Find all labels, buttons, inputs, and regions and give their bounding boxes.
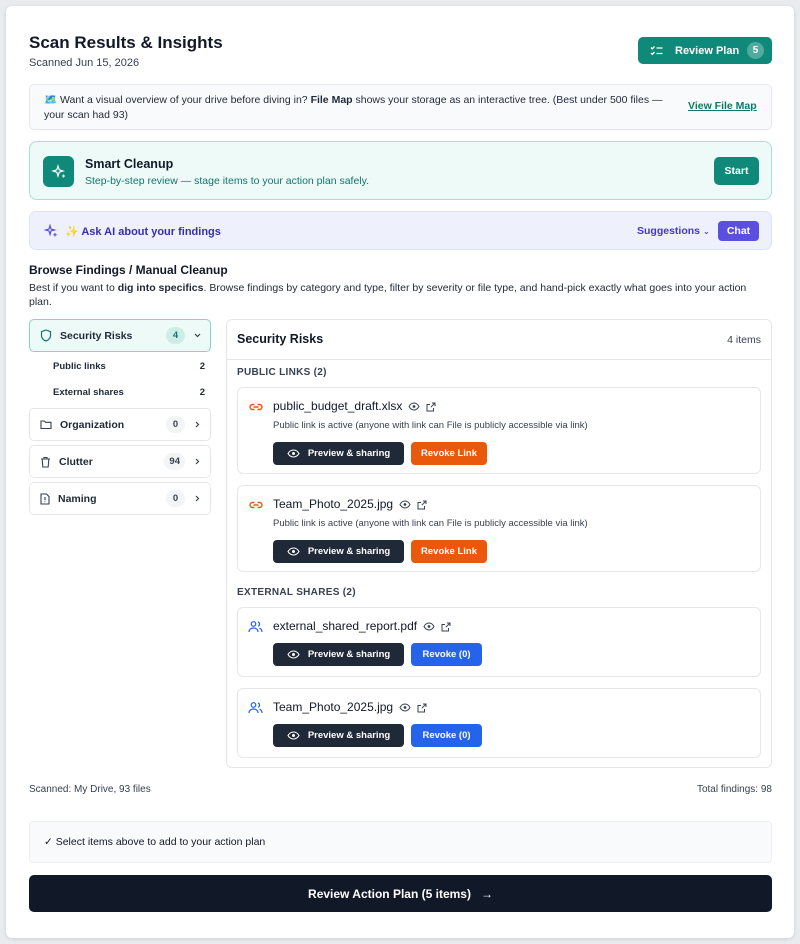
count-badge: 94 bbox=[164, 453, 185, 470]
arrow-right-icon: → bbox=[480, 886, 493, 901]
panel-count: 4 items bbox=[727, 334, 761, 346]
review-plan-button[interactable]: Review Plan 5 bbox=[638, 37, 772, 64]
smart-cleanup-banner: Smart Cleanup Step-by-step review — stag… bbox=[29, 141, 772, 200]
eye-icon[interactable] bbox=[399, 500, 411, 509]
finding-card: Team_Photo_2025.jpg Preview & sharing Re… bbox=[237, 688, 761, 758]
revoke-link-button[interactable]: Revoke Link bbox=[411, 540, 487, 563]
sidebar-subitem-external-shares[interactable]: External shares 2 bbox=[53, 387, 205, 398]
section-label-external-shares: EXTERNAL SHARES (2) bbox=[237, 587, 356, 598]
scan-results-card: Scan Results & Insights Scanned Jun 15, … bbox=[6, 6, 794, 938]
revoke-button[interactable]: Revoke (0) bbox=[411, 643, 482, 666]
chevron-down-icon: ⌄ bbox=[702, 227, 710, 236]
finding-description: Public link is active (anyone with link … bbox=[273, 518, 588, 529]
eye-icon bbox=[287, 547, 300, 556]
finding-description: Public link is active (anyone with link … bbox=[273, 420, 588, 431]
smart-cleanup-title: Smart Cleanup bbox=[85, 157, 174, 171]
browse-findings-title: Browse Findings / Manual Cleanup bbox=[29, 263, 228, 277]
chevron-down-icon bbox=[193, 331, 202, 340]
file-map-text: 🗺️ Want a visual overview of your drive … bbox=[44, 94, 663, 121]
sidebar-item-security-risks[interactable]: Security Risks 4 bbox=[29, 319, 211, 352]
external-link-icon[interactable] bbox=[441, 622, 451, 632]
chevron-right-icon bbox=[193, 420, 202, 429]
file-name: external_shared_report.pdf bbox=[273, 619, 418, 633]
chat-button[interactable]: Chat bbox=[718, 221, 759, 241]
external-link-icon[interactable] bbox=[417, 703, 427, 713]
preview-sharing-button[interactable]: Preview & sharing bbox=[273, 540, 404, 563]
file-name: Team_Photo_2025.jpg bbox=[273, 700, 394, 714]
link-icon bbox=[248, 400, 264, 414]
eye-icon[interactable] bbox=[399, 703, 411, 712]
ai-sparkle-icon bbox=[44, 224, 58, 238]
external-link-icon[interactable] bbox=[426, 402, 436, 412]
file-name: Team_Photo_2025.jpg bbox=[273, 497, 394, 511]
section-label-public-links: PUBLIC LINKS (2) bbox=[237, 367, 327, 378]
action-plan-hint: ✓ Select items above to add to your acti… bbox=[29, 821, 772, 863]
review-plan-label: Review Plan bbox=[675, 44, 740, 57]
eye-icon[interactable] bbox=[408, 402, 420, 411]
suggestions-dropdown[interactable]: Suggestions ⌄ bbox=[637, 225, 710, 237]
findings-panel: Security Risks 4 items PUBLIC LINKS (2) … bbox=[226, 319, 772, 768]
page-title: Scan Results & Insights bbox=[29, 33, 223, 52]
scan-date: Scanned Jun 15, 2026 bbox=[29, 57, 140, 69]
chevron-right-icon bbox=[193, 494, 202, 503]
count-badge: 0 bbox=[166, 416, 185, 433]
revoke-button[interactable]: Revoke (0) bbox=[411, 724, 482, 747]
sidebar-subitem-public-links[interactable]: Public links 2 bbox=[53, 361, 205, 372]
users-icon bbox=[248, 620, 263, 633]
total-findings: Total findings: 98 bbox=[696, 784, 772, 795]
review-action-plan-button[interactable]: Review Action Plan (5 items) → bbox=[29, 875, 772, 912]
count-badge: 4 bbox=[166, 327, 185, 344]
review-plan-count-badge: 5 bbox=[747, 42, 764, 59]
checklist-icon bbox=[650, 45, 663, 57]
select-hint-text: ✓ Select items above to add to your acti… bbox=[44, 836, 266, 848]
sidebar-item-organization[interactable]: Organization 0 bbox=[29, 408, 211, 441]
start-button[interactable]: Start bbox=[714, 157, 759, 185]
view-file-map-link[interactable]: View File Map bbox=[688, 100, 757, 112]
external-link-icon[interactable] bbox=[417, 500, 427, 510]
scanned-summary: Scanned: My Drive, 93 files bbox=[29, 784, 151, 795]
file-map-bold: File Map bbox=[310, 94, 353, 106]
sidebar-item-clutter[interactable]: Clutter 94 bbox=[29, 445, 211, 478]
file-name: public_budget_draft.xlsx bbox=[273, 399, 403, 413]
trash-icon bbox=[40, 456, 51, 468]
sidebar-item-naming[interactable]: Naming 0 bbox=[29, 482, 211, 515]
finding-card: public_budget_draft.xlsx Public link is … bbox=[237, 387, 761, 474]
eye-icon bbox=[287, 650, 300, 659]
eye-icon[interactable] bbox=[423, 622, 435, 631]
finding-card: Team_Photo_2025.jpg Public link is activ… bbox=[237, 485, 761, 572]
ask-ai-bar[interactable]: ✨ Ask AI about your findings Suggestions… bbox=[29, 211, 772, 250]
map-icon: 🗺️ bbox=[44, 94, 58, 106]
preview-sharing-button[interactable]: Preview & sharing bbox=[273, 442, 404, 465]
chevron-right-icon bbox=[193, 457, 202, 466]
file-alert-icon bbox=[40, 492, 50, 505]
folder-icon bbox=[40, 419, 52, 430]
divider bbox=[227, 359, 771, 360]
users-icon bbox=[248, 701, 263, 714]
preview-sharing-button[interactable]: Preview & sharing bbox=[273, 643, 404, 666]
file-map-banner: 🗺️ Want a visual overview of your drive … bbox=[29, 84, 772, 130]
ask-ai-label: ✨ Ask AI about your findings bbox=[65, 226, 221, 238]
shield-icon bbox=[40, 329, 52, 342]
browse-findings-desc: Best if you want to dig into specifics. … bbox=[29, 282, 747, 308]
revoke-link-button[interactable]: Revoke Link bbox=[411, 442, 487, 465]
count-badge: 0 bbox=[166, 490, 185, 507]
eye-icon bbox=[287, 731, 300, 740]
finding-card: external_shared_report.pdf Preview & sha… bbox=[237, 607, 761, 677]
panel-title: Security Risks bbox=[237, 332, 324, 346]
preview-sharing-button[interactable]: Preview & sharing bbox=[273, 724, 404, 747]
eye-icon bbox=[287, 449, 300, 458]
sparkles-icon bbox=[43, 156, 74, 187]
smart-cleanup-subtitle: Step-by-step review — stage items to you… bbox=[85, 175, 370, 187]
link-icon bbox=[248, 498, 264, 512]
